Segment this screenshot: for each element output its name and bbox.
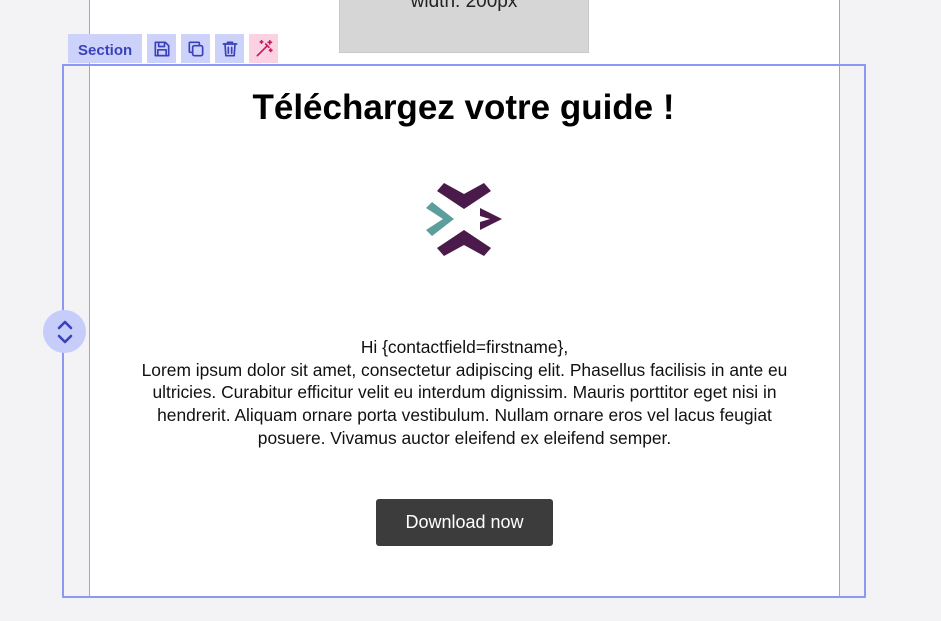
ai-assist-button[interactable] xyxy=(249,34,279,63)
greeting-text: Hi {contactfield=firstname}, xyxy=(360,337,569,357)
download-now-button[interactable]: Download now xyxy=(376,499,553,546)
chevron-up-down-icon xyxy=(57,320,72,343)
duplicate-button[interactable] xyxy=(181,34,211,63)
save-button[interactable] xyxy=(147,34,177,63)
email-body[interactable]: Hi {contactfield=firstname}, Lorem ipsum… xyxy=(133,336,796,450)
placeholder-image[interactable]: width: 200px xyxy=(339,0,589,53)
section-toolbar: Section xyxy=(68,34,279,63)
body-paragraph: Lorem ipsum dolor sit amet, consectetur … xyxy=(141,359,788,448)
magic-wand-icon xyxy=(256,39,273,57)
save-icon xyxy=(154,41,170,57)
brand-logo xyxy=(426,183,502,256)
placeholder-caption: width: 200px xyxy=(410,0,518,12)
trash-icon xyxy=(222,41,238,57)
move-section-handle[interactable] xyxy=(43,310,86,353)
email-headline[interactable]: Téléchargez votre guide ! xyxy=(89,88,838,128)
delete-button[interactable] xyxy=(215,34,245,63)
section-label: Section xyxy=(68,34,143,63)
duplicate-icon xyxy=(188,41,204,57)
